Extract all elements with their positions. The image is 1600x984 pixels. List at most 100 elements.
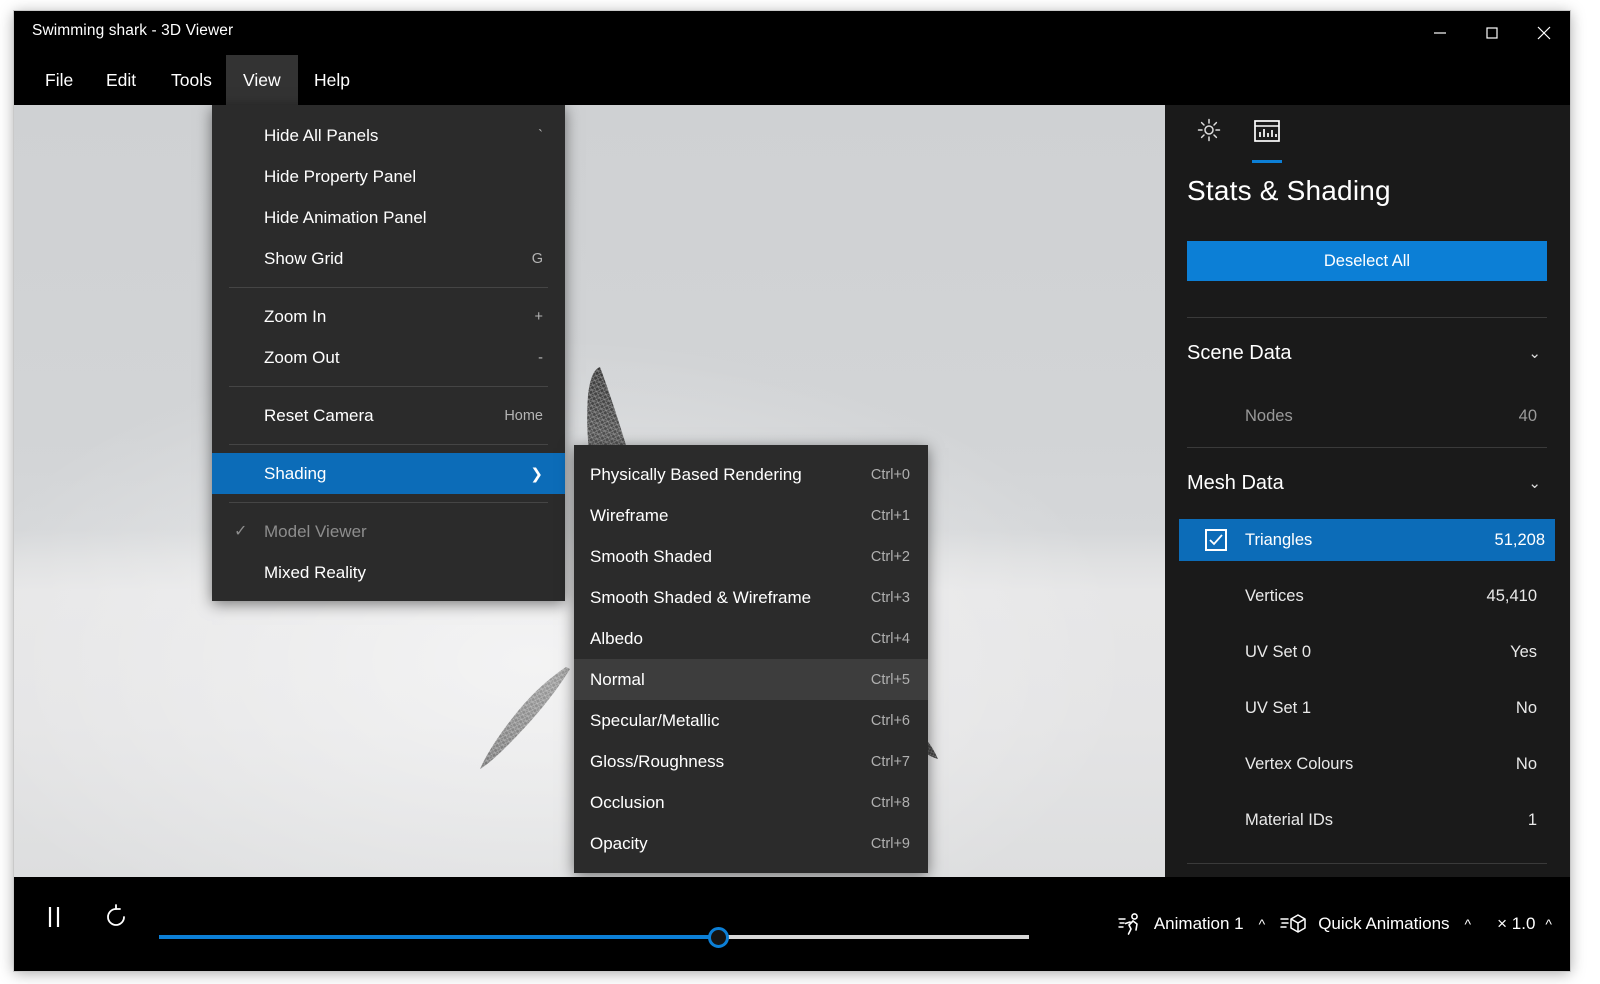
maximize-button[interactable] <box>1466 11 1518 55</box>
menu-item-label: Mixed Reality <box>264 563 366 583</box>
shading-item-label: Smooth Shaded & Wireframe <box>590 588 811 608</box>
section-label: Scene Data <box>1187 342 1292 365</box>
row-label: Vertex Colours <box>1245 755 1353 774</box>
menu-item-hide-animation-panel[interactable]: Hide Animation Panel <box>212 197 565 238</box>
quick-animations-selector[interactable]: Quick Animations <box>1269 877 1460 971</box>
shading-item-pbr[interactable]: Physically Based Rendering Ctrl+0 <box>574 454 928 495</box>
shading-item-accel: Ctrl+6 <box>871 713 910 729</box>
row-material-ids[interactable]: Material IDs 1 <box>1187 799 1547 841</box>
shading-item-occlusion[interactable]: Occlusion Ctrl+8 <box>574 782 928 823</box>
shading-item-label: Physically Based Rendering <box>590 465 802 485</box>
app-window: Swimming shark - 3D Viewer File <box>14 11 1570 971</box>
menu-item-label: Zoom In <box>264 307 326 327</box>
row-uv-set-0[interactable]: UV Set 0 Yes <box>1187 631 1547 673</box>
menu-bar: File Edit Tools View Help 3D library <box>14 55 1570 105</box>
shading-item-albedo[interactable]: Albedo Ctrl+4 <box>574 618 928 659</box>
tab-lighting[interactable] <box>1185 117 1233 159</box>
menu-edit[interactable]: Edit <box>89 55 153 105</box>
menu-item-hide-property-panel[interactable]: Hide Property Panel <box>212 156 565 197</box>
shading-item-accel: Ctrl+9 <box>871 836 910 852</box>
shading-item-label: Occlusion <box>590 793 665 813</box>
chevron-right-icon: ❯ <box>530 465 543 483</box>
panel-tab-strip <box>1165 105 1570 161</box>
shading-item-label: Wireframe <box>590 506 668 526</box>
tab-stats[interactable] <box>1243 117 1291 159</box>
shading-item-opacity[interactable]: Opacity Ctrl+9 <box>574 823 928 864</box>
slider-thumb[interactable] <box>708 927 729 948</box>
menu-item-show-grid[interactable]: Show Grid G <box>212 238 565 279</box>
sun-icon <box>1196 117 1222 143</box>
quick-animations-cube-icon <box>1280 911 1308 937</box>
menu-item-label: Zoom Out <box>264 348 340 368</box>
row-label: Vertices <box>1245 587 1304 606</box>
row-value: 1 <box>1528 811 1537 830</box>
animation-timeline-slider[interactable] <box>159 927 1029 947</box>
panel-divider <box>1187 863 1547 864</box>
close-button[interactable] <box>1518 11 1570 55</box>
playback-speed[interactable]: × 1.0 <box>1475 877 1541 971</box>
speed-caret-up-icon[interactable]: ^ <box>1541 916 1556 932</box>
menu-item-label: Show Grid <box>264 249 343 269</box>
quick-animations-caret-up-icon[interactable]: ^ <box>1461 916 1476 932</box>
section-texture-data[interactable]: Texture Data ⌄ <box>1187 867 1547 877</box>
check-icon <box>1209 534 1223 546</box>
shading-item-accel: Ctrl+0 <box>871 467 910 483</box>
menu-item-reset-camera[interactable]: Reset Camera Home <box>212 395 565 436</box>
shading-item-gloss-roughness[interactable]: Gloss/Roughness Ctrl+7 <box>574 741 928 782</box>
shading-item-normal[interactable]: Normal Ctrl+5 <box>574 659 928 700</box>
row-vertices[interactable]: Vertices 45,410 <box>1187 575 1547 617</box>
pause-button[interactable] <box>42 903 66 931</box>
minimize-button[interactable] <box>1414 11 1466 55</box>
menu-separator <box>229 386 548 387</box>
menu-item-zoom-in[interactable]: Zoom In + <box>212 296 565 337</box>
menu-file[interactable]: File <box>28 55 90 105</box>
maximize-icon <box>1484 25 1500 41</box>
shading-item-smooth-shaded[interactable]: Smooth Shaded Ctrl+2 <box>574 536 928 577</box>
shading-item-accel: Ctrl+5 <box>871 672 910 688</box>
shading-item-accel: Ctrl+4 <box>871 631 910 647</box>
shading-item-label: Normal <box>590 670 645 690</box>
menu-view[interactable]: View <box>226 55 298 105</box>
row-label: Nodes <box>1245 407 1293 426</box>
menu-item-accel: Home <box>504 408 543 424</box>
deselect-all-button[interactable]: Deselect All <box>1187 241 1547 281</box>
shading-item-smooth-shaded-wireframe[interactable]: Smooth Shaded & Wireframe Ctrl+3 <box>574 577 928 618</box>
menu-separator <box>229 287 548 288</box>
menu-tools[interactable]: Tools <box>154 55 229 105</box>
menu-item-hide-all-panels[interactable]: Hide All Panels ` <box>212 115 565 156</box>
shading-item-label: Smooth Shaded <box>590 547 712 567</box>
menu-item-mixed-reality[interactable]: Mixed Reality <box>212 552 565 593</box>
section-scene-data[interactable]: Scene Data ⌄ <box>1187 331 1547 375</box>
view-dropdown-menu: Hide All Panels ` Hide Property Panel Hi… <box>212 105 565 601</box>
speed-label: × 1.0 <box>1497 914 1535 934</box>
menu-help[interactable]: Help <box>297 55 367 105</box>
menu-item-label: Hide All Panels <box>264 126 378 146</box>
section-mesh-data[interactable]: Mesh Data ⌄ <box>1187 461 1547 505</box>
animation-caret-up-icon[interactable]: ^ <box>1255 916 1270 932</box>
shading-item-specular-metallic[interactable]: Specular/Metallic Ctrl+6 <box>574 700 928 741</box>
shading-item-wireframe[interactable]: Wireframe Ctrl+1 <box>574 495 928 536</box>
row-value: Yes <box>1510 643 1537 662</box>
shading-item-accel: Ctrl+1 <box>871 508 910 524</box>
stats-chart-icon <box>1252 117 1282 145</box>
menu-item-accel: G <box>532 251 543 267</box>
menu-separator <box>229 502 548 503</box>
pause-icon <box>42 903 66 931</box>
animation-selector[interactable]: Animation 1 <box>1106 877 1255 971</box>
row-triangles[interactable]: Triangles 51,208 <box>1179 519 1555 561</box>
row-value: 40 <box>1519 407 1537 426</box>
chevron-down-icon: ⌄ <box>1528 344 1541 362</box>
menu-item-label: Shading <box>264 464 326 484</box>
loop-button[interactable] <box>102 903 130 931</box>
row-vertex-colours[interactable]: Vertex Colours No <box>1187 743 1547 785</box>
animation-bar-right-controls: Animation 1 ^ Quick Animations ^ × 1.0 <box>1106 877 1556 971</box>
menu-item-zoom-out[interactable]: Zoom Out - <box>212 337 565 378</box>
menu-item-shading[interactable]: Shading ❯ <box>212 453 565 494</box>
row-nodes[interactable]: Nodes 40 <box>1187 395 1547 437</box>
shading-item-label: Opacity <box>590 834 648 854</box>
window-title: Swimming shark - 3D Viewer <box>32 22 233 40</box>
row-uv-set-1[interactable]: UV Set 1 No <box>1187 687 1547 729</box>
menu-item-model-viewer[interactable]: ✓ Model Viewer <box>212 511 565 552</box>
triangles-checkbox[interactable] <box>1205 529 1227 551</box>
menu-item-label: Reset Camera <box>264 406 374 426</box>
